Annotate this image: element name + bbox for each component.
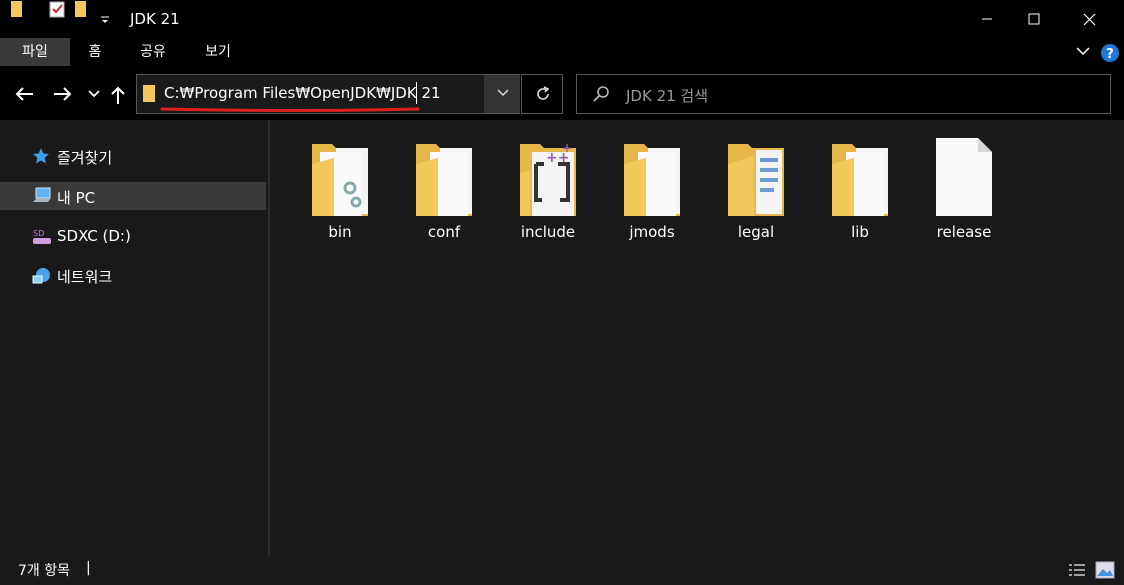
sidebar-item-label: SDXC (D:)	[57, 227, 131, 245]
list-item[interactable]: conf	[392, 130, 496, 250]
folder-icon	[416, 144, 472, 216]
list-item[interactable]: ++ + include	[496, 130, 600, 250]
tab-home[interactable]: 홈	[78, 38, 112, 66]
file-name: conf	[427, 223, 461, 241]
search-placeholder: JDK 21 검색	[626, 87, 709, 105]
chevron-down-icon	[497, 89, 509, 97]
address-path[interactable]: C:₩Program Files₩OpenJDK₩JDK 21	[164, 84, 441, 102]
network-icon	[32, 268, 50, 284]
file-icon	[936, 138, 992, 216]
maximize-icon	[1028, 13, 1040, 25]
folder-gear-icon	[312, 144, 368, 216]
list-item[interactable]: lib	[808, 130, 912, 250]
file-name: include	[520, 223, 576, 241]
folder-cpp-icon: ++ +	[520, 141, 576, 216]
status-bar	[0, 556, 1124, 585]
minimize-button[interactable]	[964, 0, 1010, 38]
pc-icon	[33, 187, 51, 202]
svg-text:?: ?	[1106, 47, 1114, 62]
maximize-button[interactable]	[1011, 0, 1057, 38]
sidebar-item-label: 내 PC	[57, 189, 96, 207]
refresh-icon	[537, 86, 550, 100]
minimize-icon	[982, 18, 992, 20]
red-underline-annotation	[160, 107, 420, 112]
svg-text:+: +	[562, 141, 572, 155]
text-cursor	[416, 82, 417, 104]
svg-text:SD: SD	[33, 229, 44, 238]
details-view-icon[interactable]	[1068, 562, 1086, 578]
list-item[interactable]: release	[912, 130, 1016, 250]
sidebar-item-sdxc[interactable]: SD SDXC (D:)	[0, 222, 266, 250]
folder-icon	[624, 144, 680, 216]
sidebar-item-this-pc[interactable]: 내 PC	[0, 182, 266, 210]
close-button[interactable]	[1066, 0, 1112, 38]
quick-access-dropdown-icon[interactable]	[100, 15, 110, 25]
item-count: 7개 항목	[18, 563, 70, 579]
up-icon[interactable]	[110, 85, 126, 105]
file-name: lib	[851, 223, 869, 241]
help-icon[interactable]: ?	[1100, 43, 1120, 63]
sd-card-icon: SD	[33, 229, 51, 244]
folder-docs-icon	[728, 144, 784, 216]
search-icon	[593, 86, 609, 102]
status-separator: |	[86, 560, 91, 576]
file-name: legal	[737, 223, 775, 241]
sidebar-item-quick-access[interactable]: 즐겨찾기	[0, 142, 266, 170]
list-item[interactable]: jmods	[600, 130, 704, 250]
folder-icon	[832, 144, 888, 216]
file-name: bin	[328, 223, 352, 241]
sidebar-item-label: 즐겨찾기	[57, 149, 113, 167]
list-item[interactable]: legal	[704, 130, 808, 250]
tab-view[interactable]: 보기	[196, 38, 240, 66]
file-name: release	[936, 223, 992, 241]
window-title: JDK 21	[130, 10, 180, 28]
back-icon[interactable]	[14, 86, 34, 102]
star-icon	[33, 148, 49, 164]
properties-icon[interactable]	[48, 0, 66, 18]
list-item[interactable]: bin	[288, 130, 392, 250]
tab-file[interactable]: 파일	[0, 38, 70, 66]
new-folder-icon[interactable]	[74, 0, 88, 18]
close-icon	[1083, 13, 1095, 25]
forward-icon[interactable]	[53, 86, 73, 102]
sidebar-item-network[interactable]: 네트워크	[0, 261, 266, 289]
large-icons-view-icon[interactable]	[1095, 561, 1115, 579]
folder-icon	[143, 85, 155, 102]
sidebar-item-label: 네트워크	[57, 268, 113, 286]
folder-icon	[11, 1, 22, 17]
expand-ribbon-icon[interactable]	[1076, 46, 1090, 56]
recent-locations-icon[interactable]	[88, 90, 100, 98]
file-name: jmods	[629, 223, 675, 241]
tab-share[interactable]: 공유	[130, 38, 176, 66]
